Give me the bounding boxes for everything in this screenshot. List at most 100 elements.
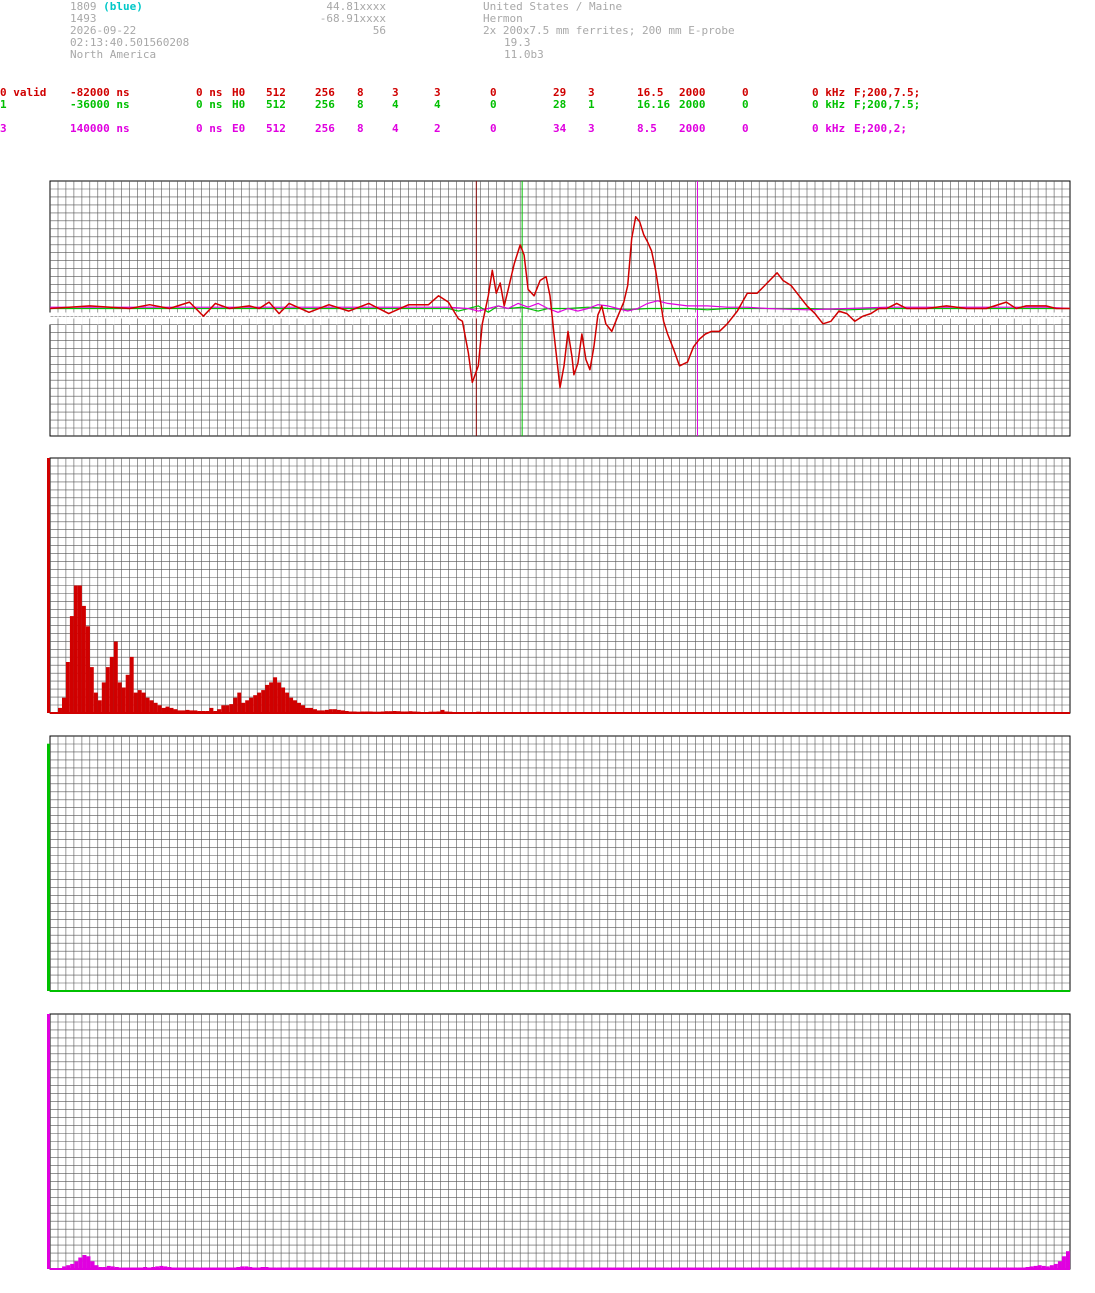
bar	[81, 605, 86, 713]
bar	[257, 692, 262, 713]
spectrum-panel-channel-3	[47, 1013, 1071, 1270]
bar	[241, 702, 246, 713]
spectrum-panel-channel-0	[47, 457, 1071, 714]
waveform-panel	[49, 180, 1071, 437]
channel-n3: 8	[357, 122, 364, 135]
channel-n11: 0	[742, 98, 749, 111]
bar	[149, 700, 154, 714]
channel-n2: 256	[315, 122, 335, 135]
bar	[265, 684, 270, 713]
channel-freq: 0 kHz	[812, 98, 846, 111]
channel-type: H0	[232, 98, 246, 111]
channel-n7: 34	[553, 122, 567, 135]
bar	[285, 692, 290, 713]
channel-row: 3 140000 ns 0 ns E0 512 256 8 4 2 0 34 3 8.5 2000 0 0 k…	[0, 122, 1095, 135]
bar	[229, 704, 234, 713]
longitude: -68.91xxxx	[319, 12, 386, 25]
channel-id: 1	[0, 98, 7, 111]
channel-n6: 0	[490, 98, 497, 111]
bar	[253, 695, 258, 714]
bar	[269, 682, 274, 713]
bar	[89, 667, 94, 713]
bar	[93, 692, 98, 713]
channel-n9: 8.5	[637, 122, 657, 135]
bar	[121, 687, 126, 713]
channel-freq: 0 kHz	[812, 122, 846, 135]
bar	[281, 687, 286, 713]
channel-n1: 512	[266, 98, 286, 111]
channel-delay: 0 ns	[196, 98, 223, 111]
bar	[47, 1014, 50, 1269]
bar	[47, 458, 50, 713]
channel-type: E0	[232, 122, 246, 135]
bar	[74, 1261, 79, 1269]
bar	[1061, 1256, 1066, 1270]
bar	[1057, 1261, 1062, 1269]
bar	[153, 702, 158, 713]
bar	[73, 585, 78, 713]
bar	[249, 697, 254, 713]
bar	[297, 702, 301, 713]
channel-n6: 0	[490, 122, 497, 135]
bar	[97, 700, 102, 714]
bar	[62, 697, 66, 713]
channel-offset: -36000 ns	[70, 98, 130, 111]
bar	[86, 1256, 91, 1270]
bar	[101, 682, 106, 713]
channel-n2: 256	[315, 98, 335, 111]
channel-n8: 3	[588, 122, 595, 135]
bar	[117, 682, 122, 713]
channel-n10: 2000	[679, 98, 706, 111]
channel-n1: 512	[266, 122, 286, 135]
bar	[261, 690, 266, 713]
bar	[145, 697, 150, 713]
bar	[82, 1255, 87, 1269]
bar	[85, 626, 90, 713]
channel-n10: 2000	[679, 122, 706, 135]
channel-id: 3	[0, 122, 7, 135]
spectrum-panel-channel-1	[47, 735, 1071, 992]
bar	[141, 692, 146, 713]
bar	[65, 662, 70, 713]
bar	[113, 641, 118, 713]
bar	[125, 674, 130, 714]
bar	[273, 677, 278, 713]
region: North America	[70, 48, 157, 61]
bar	[109, 656, 114, 713]
bar	[221, 705, 226, 713]
bar	[69, 616, 74, 713]
bar	[237, 692, 242, 713]
bar	[105, 667, 110, 713]
header: 1809 (blue) 1493 2026-09-22 02:13:40.501…	[0, 0, 1095, 140]
version: 11.0b3	[504, 48, 544, 61]
bar	[77, 585, 82, 713]
channel-n9: 16.16	[637, 98, 671, 111]
bar	[293, 700, 297, 714]
channel-n8: 1	[588, 98, 595, 111]
bar	[137, 690, 142, 713]
channel-n3: 8	[357, 98, 364, 111]
channel-n5: 2	[434, 122, 441, 135]
channel-n4: 4	[392, 98, 399, 111]
bar	[47, 743, 50, 991]
channel-n7: 28	[553, 98, 567, 111]
channel-filter: F;200,7.5;	[854, 98, 921, 111]
bar	[78, 1257, 83, 1269]
channel-offset: 140000 ns	[70, 122, 130, 135]
bar	[245, 700, 250, 714]
channel-n11: 0	[742, 122, 749, 135]
channel-delay: 0 ns	[196, 122, 223, 135]
channel-row: 0 valid -82000 ns 0 ns H0 512 256 8 3 3 0 29 3 16.5 2…	[0, 86, 1095, 99]
bar	[225, 705, 230, 713]
bar	[233, 697, 238, 713]
channel-filter: E;200,2;	[854, 122, 907, 135]
bar	[289, 697, 294, 713]
channel-n5: 4	[434, 98, 441, 111]
channel-n4: 4	[392, 122, 399, 135]
altitude: 56	[372, 24, 386, 37]
grid	[49, 457, 1071, 714]
bar	[301, 705, 305, 713]
station-color-note: (blue)	[103, 0, 143, 13]
bar	[129, 656, 134, 713]
bar	[90, 1261, 95, 1269]
